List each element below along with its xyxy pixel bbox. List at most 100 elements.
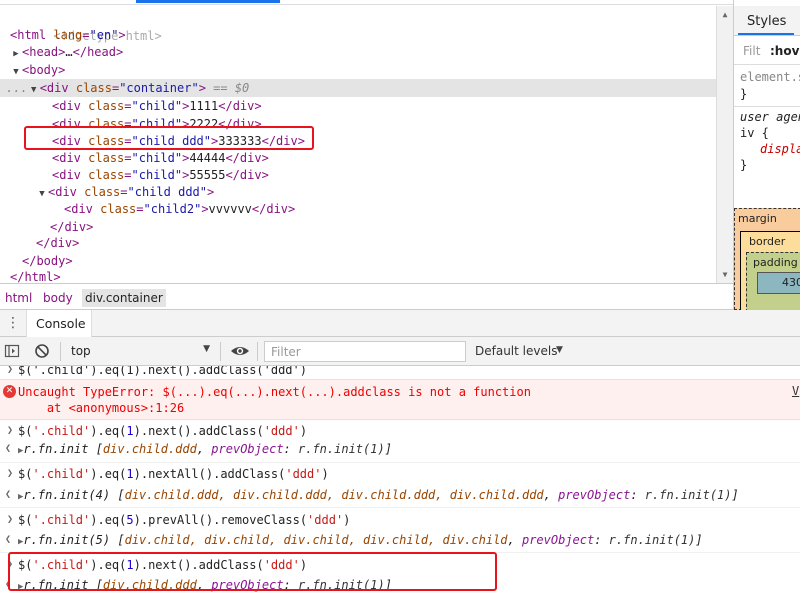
scroll-up-arrow-icon[interactable]: ▲ xyxy=(717,8,733,22)
padding-label: padding xyxy=(753,256,798,269)
dom-node-head[interactable]: ▶ <head>…</head> xyxy=(10,43,726,61)
console-divider xyxy=(0,552,800,553)
console-result-line[interactable]: ❮ ▶r.fn.init [div.child.ddd, prevObject:… xyxy=(0,441,800,457)
dom-node-body[interactable]: ▼ <body> xyxy=(10,61,726,79)
log-levels-select[interactable]: Default levels ▼ xyxy=(470,341,600,362)
attr-name: class xyxy=(100,202,137,216)
tag-name: div xyxy=(50,236,73,250)
attr-value: "child ddd" xyxy=(131,134,211,148)
result-arrow-icon: ❮ xyxy=(4,443,12,454)
dom-node-doctype[interactable]: <!doctype html> xyxy=(10,9,726,43)
dom-node-child-3-ddd[interactable]: <div class="child ddd">333333</div> xyxy=(52,132,733,150)
styles-filter-input[interactable]: Filt xyxy=(743,44,760,58)
css-property-display: displa xyxy=(760,142,800,156)
collapse-triangle-icon[interactable]: ▼ xyxy=(36,185,48,203)
method-name: prevAll xyxy=(148,513,199,527)
box-model-border[interactable]: border padding 430 xyxy=(740,231,800,310)
execution-context-value: top xyxy=(71,344,91,358)
tag-name: div xyxy=(59,117,81,131)
box-model-content[interactable]: 430 xyxy=(757,272,800,294)
error-stack: at <anonymous>:1:26 xyxy=(18,401,185,415)
error-source-link[interactable]: V xyxy=(792,384,799,398)
dom-node-child-6-ddd[interactable]: ▼ <div class="child ddd"> xyxy=(36,183,733,201)
more-options-vertical-icon[interactable]: ⋮ xyxy=(6,314,20,332)
input-prompt-icon: ❯ xyxy=(6,366,14,375)
console-result-line[interactable]: ❮ ▶r.fn.init(5) [div.child, div.child, d… xyxy=(0,532,800,548)
log-levels-value: Default levels xyxy=(475,344,558,358)
dom-node-child-5[interactable]: <div class="child">55555</div> xyxy=(52,166,733,184)
elements-panel: <!doctype html> <html lang="en"> ▶ <head>… xyxy=(0,0,733,284)
toolbar-divider xyxy=(220,342,221,361)
attr-name: class xyxy=(88,99,125,113)
box-model-margin[interactable]: margin border padding 430 xyxy=(734,208,800,310)
index-number: 1 xyxy=(126,424,134,438)
console-result-line[interactable]: ❮ ▶r.fn.init(4) [div.child.ddd, div.chil… xyxy=(0,487,800,503)
result-arrow-icon: ❮ xyxy=(4,489,12,500)
dom-node-child-2[interactable]: <div class="child">2222</div> xyxy=(52,115,733,133)
node-text: 44444 xyxy=(189,151,226,165)
tab-styles-label: Styles xyxy=(747,14,787,29)
rule-divider xyxy=(734,106,800,107)
result-items: div.child, div.child, div.child, div.chi… xyxy=(124,533,508,547)
class-string: 'ddd' xyxy=(285,467,322,481)
selector-string: '.child' xyxy=(32,558,91,572)
collapsed-ellipsis: … xyxy=(65,45,73,59)
selected-node-marker: == $0 xyxy=(205,81,250,95)
tab-console-label: Console xyxy=(36,316,86,331)
show-sidebar-icon[interactable] xyxy=(4,343,20,359)
console-command-text: $('.child').eq(1).next().addClass('ddd') xyxy=(18,366,307,377)
dom-node-container-selected[interactable]: ... ▼ <div class="container"> == $0 xyxy=(0,79,716,97)
selector-string: '.child' xyxy=(32,424,91,438)
index-number: 5 xyxy=(126,513,134,527)
dom-node-child-4[interactable]: <div class="child">44444</div> xyxy=(52,149,733,167)
breadcrumb-div-container[interactable]: div.container xyxy=(82,289,166,307)
class-string: 'ddd' xyxy=(263,424,300,438)
attr-name: lang xyxy=(53,28,83,42)
tag-name: div xyxy=(59,99,81,113)
hov-toggle-button[interactable]: :hov xyxy=(770,44,799,58)
box-model-padding[interactable]: padding 430 xyxy=(746,252,800,310)
console-input-line: ❯ $('.child').eq(1).nextAll().addClass('… xyxy=(0,466,800,482)
method-name: next xyxy=(148,558,177,572)
dom-node-close-html[interactable]: </html> xyxy=(10,268,726,284)
element-style-selector[interactable]: element.s xyxy=(740,70,800,84)
attr-value: "child" xyxy=(131,117,183,131)
attr-name: class xyxy=(88,134,125,148)
console-filter-input[interactable] xyxy=(264,341,466,362)
dom-node-child-1[interactable]: <div class="child">1111</div> xyxy=(52,97,733,115)
method-name: removeClass xyxy=(220,513,300,527)
dropdown-arrow-icon: ▼ xyxy=(556,345,563,355)
error-icon: ✕ xyxy=(3,385,16,398)
result-items: div.child.ddd xyxy=(102,442,197,456)
attr-value: "child" xyxy=(131,151,183,165)
clear-console-icon[interactable] xyxy=(34,343,50,359)
box-model-diagram: margin border padding 430 xyxy=(734,208,800,310)
dropdown-arrow-icon: ▼ xyxy=(203,344,210,354)
tag-name: div xyxy=(232,117,255,131)
breadcrumb: html body div.container xyxy=(0,284,733,310)
tab-styles[interactable]: Styles xyxy=(734,6,800,36)
attr-value: "container" xyxy=(119,81,199,95)
collapse-triangle-icon[interactable]: ▼ xyxy=(28,81,40,99)
tab-console[interactable]: Console xyxy=(26,310,92,337)
breadcrumb-html[interactable]: html xyxy=(2,289,35,307)
attr-name: class xyxy=(88,151,125,165)
breadcrumb-body[interactable]: body xyxy=(40,289,76,307)
live-expression-eye-icon[interactable] xyxy=(230,343,250,359)
method-name: next xyxy=(148,424,177,438)
dom-node-child2[interactable]: <div class="child2">vvvvvv</div> xyxy=(64,200,733,218)
index-number: 1 xyxy=(126,467,134,481)
result-arrow-icon: ❮ xyxy=(4,534,12,545)
console-result-line[interactable]: ❮ ▶r.fn.init [div.child.ddd, prevObject:… xyxy=(0,577,800,593)
method-name: addClass xyxy=(198,558,257,572)
tag-name: html xyxy=(24,270,54,284)
scroll-down-arrow-icon[interactable]: ▼ xyxy=(717,268,733,282)
selector-string: '.child' xyxy=(32,467,91,481)
dom-node-html[interactable]: <html lang="en"> xyxy=(10,26,726,44)
tag-name: div xyxy=(239,168,262,182)
dom-node-close-container[interactable]: </div> xyxy=(36,234,733,252)
elements-scrollbar[interactable]: ▲ ▼ xyxy=(716,6,733,283)
rule-close-brace: } xyxy=(740,158,748,172)
tag-name: div xyxy=(276,134,298,148)
execution-context-select[interactable]: top ▼ xyxy=(66,341,216,362)
